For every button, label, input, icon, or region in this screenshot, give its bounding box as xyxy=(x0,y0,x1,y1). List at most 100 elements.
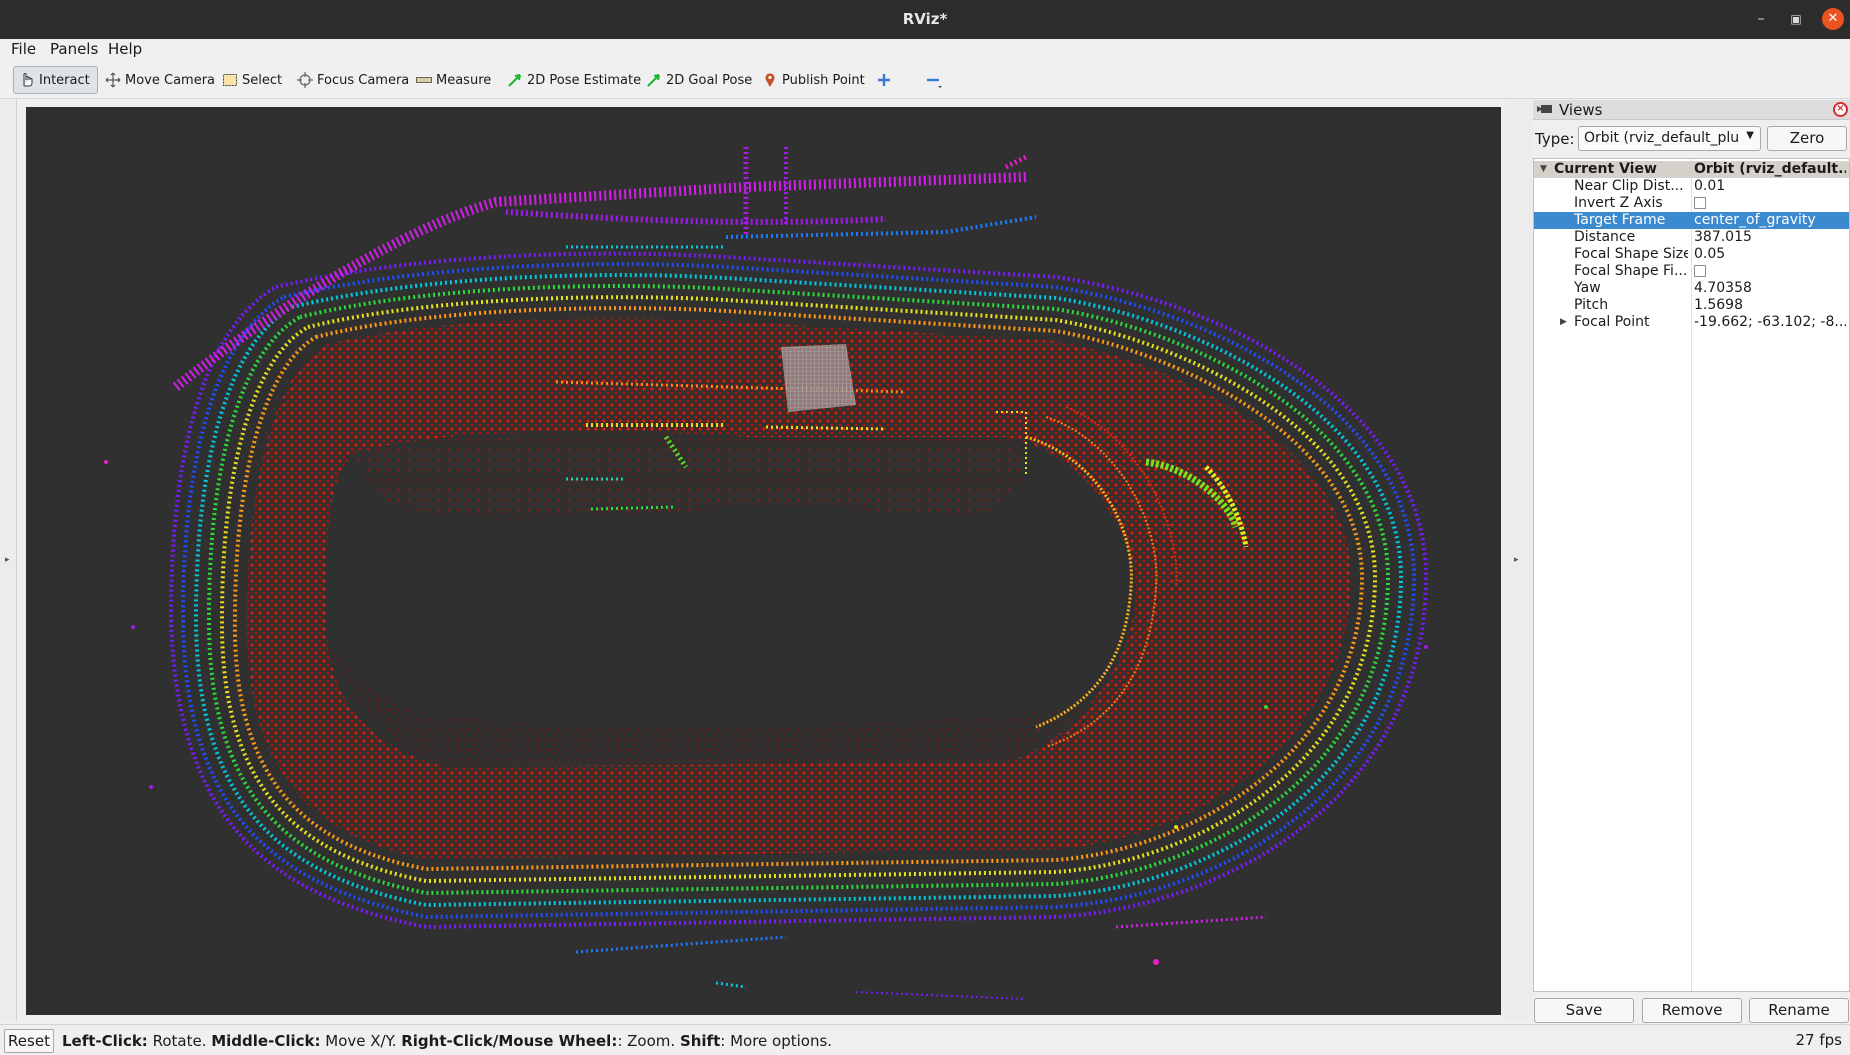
expand-triangle-icon[interactable]: ▶ xyxy=(1560,314,1567,331)
property-row-focal-shape-size[interactable]: Focal Shape Size 0.05 xyxy=(1534,246,1849,263)
property-row-near-clip[interactable]: Near Clip Dist... 0.01 xyxy=(1534,178,1849,195)
views-panel-header: Views × xyxy=(1533,100,1850,120)
views-title: Views xyxy=(1559,100,1603,119)
green-arrow-icon xyxy=(646,72,662,88)
publish-point-tool-button[interactable]: Publish Point xyxy=(757,66,870,94)
select-tool-button[interactable]: Select xyxy=(217,66,287,94)
property-name: Near Clip Dist... xyxy=(1574,178,1684,194)
current-view-value: Orbit (rviz_default... xyxy=(1694,161,1846,177)
property-value[interactable]: 0.01 xyxy=(1694,178,1846,195)
focus-target-icon xyxy=(297,72,313,88)
move-arrows-icon xyxy=(105,72,121,88)
property-name: Focal Shape Size xyxy=(1574,246,1688,262)
property-row-focal-point[interactable]: ▶ Focal Point -19.662; -63.102; -8.... xyxy=(1534,314,1849,331)
property-row-distance[interactable]: Distance 387.015 xyxy=(1534,229,1849,246)
focus-camera-tool-button[interactable]: Focus Camera xyxy=(292,66,414,94)
save-button[interactable]: Save xyxy=(1534,998,1634,1023)
focus-camera-label: Focus Camera xyxy=(317,72,410,88)
maximize-icon[interactable]: ▣ xyxy=(1785,8,1807,30)
close-icon[interactable]: ✕ xyxy=(1822,8,1844,30)
hint-shift-text: : More options. xyxy=(720,1032,833,1050)
measure-label: Measure xyxy=(436,72,492,88)
expand-left-icon[interactable]: ▸ xyxy=(5,555,10,565)
toolbar: Interact Move Camera Select Focus Camera… xyxy=(0,61,1850,99)
menu-bar: File Panels Help xyxy=(0,39,1850,61)
property-row-pitch[interactable]: Pitch 1.5698 xyxy=(1534,297,1849,314)
views-panel: Views × Type: Orbit (rviz_default_plu ▼ … xyxy=(1533,100,1850,1030)
hint-right-key: Right-Click/Mouse Wheel: xyxy=(401,1032,618,1050)
property-row-yaw[interactable]: Yaw 4.70358 xyxy=(1534,280,1849,297)
camera-icon xyxy=(1537,101,1553,119)
invert-z-checkbox[interactable] xyxy=(1694,197,1706,209)
current-view-label: Current View xyxy=(1554,161,1657,177)
chevron-down-icon: ▼ xyxy=(1746,130,1754,141)
render-viewport[interactable] xyxy=(26,107,1501,1015)
remove-button[interactable]: Remove xyxy=(1642,998,1742,1023)
title-bar: RViz* – ▣ ✕ xyxy=(0,0,1850,39)
status-bar: Reset Left-Click: Rotate. Middle-Click: … xyxy=(0,1024,1850,1055)
goal-pose-label: 2D Goal Pose xyxy=(666,72,753,88)
point-cloud-track xyxy=(104,147,1429,1000)
type-label: Type: xyxy=(1535,130,1575,148)
pose-estimate-tool-button[interactable]: 2D Pose Estimate xyxy=(502,66,646,94)
property-name: Pitch xyxy=(1574,297,1609,313)
hint-middle-text: Move X/Y. xyxy=(320,1032,402,1050)
property-value[interactable]: 0.05 xyxy=(1694,246,1846,263)
hand-pointer-icon xyxy=(19,72,35,88)
right-dock-strip[interactable]: ▸ xyxy=(1505,100,1533,1020)
current-view-row[interactable]: ▼ Current View Orbit (rviz_default... xyxy=(1534,161,1849,178)
hint-left-text: Rotate. xyxy=(147,1032,212,1050)
remove-tool-button[interactable] xyxy=(920,66,946,94)
property-value[interactable]: 387.015 xyxy=(1694,229,1846,246)
focal-shape-fixed-checkbox[interactable] xyxy=(1694,265,1706,277)
property-name: Yaw xyxy=(1574,280,1601,296)
property-name: Focal Shape Fi... xyxy=(1574,263,1688,279)
collapse-triangle-icon[interactable]: ▼ xyxy=(1540,161,1547,178)
rename-button[interactable]: Rename xyxy=(1749,998,1849,1023)
property-name: Distance xyxy=(1574,229,1636,245)
move-camera-tool-button[interactable]: Move Camera xyxy=(100,66,220,94)
goal-pose-tool-button[interactable]: 2D Goal Pose xyxy=(641,66,757,94)
property-name: Target Frame xyxy=(1574,212,1666,228)
mouse-hint-text: Left-Click: Rotate. Middle-Click: Move X… xyxy=(62,1032,832,1050)
hint-right-text: : Zoom. xyxy=(617,1032,680,1050)
map-pin-icon xyxy=(762,72,778,88)
property-value[interactable]: 1.5698 xyxy=(1694,297,1846,314)
window-title: RViz* xyxy=(902,10,948,28)
menu-panels[interactable]: Panels xyxy=(50,40,98,58)
left-dock-strip[interactable]: ▸ xyxy=(0,100,17,1020)
ruler-icon xyxy=(416,72,432,88)
property-row-focal-shape-fixed[interactable]: Focal Shape Fi... xyxy=(1534,263,1849,280)
property-value[interactable]: -19.662; -63.102; -8.... xyxy=(1694,314,1846,331)
zero-button[interactable]: Zero xyxy=(1767,126,1847,151)
hint-left-key: Left-Click: xyxy=(62,1032,148,1050)
menu-help[interactable]: Help xyxy=(108,40,142,58)
interact-tool-button[interactable]: Interact xyxy=(13,66,98,94)
view-properties-tree: ▼ Current View Orbit (rviz_default... Ne… xyxy=(1533,158,1850,992)
menu-file[interactable]: File xyxy=(11,40,36,58)
green-arrow-icon xyxy=(507,72,523,88)
interact-label: Interact xyxy=(39,72,90,88)
property-name: Invert Z Axis xyxy=(1574,195,1663,211)
hint-shift-key: Shift xyxy=(679,1032,721,1050)
publish-point-label: Publish Point xyxy=(782,72,865,88)
property-row-target-frame[interactable]: Target Frame center_of_gravity xyxy=(1534,212,1849,229)
expand-right-icon[interactable]: ▸ xyxy=(1514,555,1519,565)
select-box-icon xyxy=(222,72,238,88)
hint-middle-key: Middle-Click: xyxy=(211,1032,321,1050)
minimize-icon[interactable]: – xyxy=(1750,8,1772,30)
property-value[interactable]: 4.70358 xyxy=(1694,280,1846,297)
reset-button[interactable]: Reset xyxy=(4,1029,54,1053)
plus-icon xyxy=(876,72,892,88)
select-label: Select xyxy=(242,72,283,88)
property-row-invert-z[interactable]: Invert Z Axis xyxy=(1534,195,1849,212)
view-type-value: Orbit (rviz_default_plu xyxy=(1584,130,1740,146)
move-camera-label: Move Camera xyxy=(125,72,216,88)
measure-tool-button[interactable]: Measure xyxy=(411,66,496,94)
close-panel-icon[interactable]: × xyxy=(1833,102,1848,117)
property-name: Focal Point xyxy=(1574,314,1650,330)
type-row: Type: Orbit (rviz_default_plu ▼ Zero xyxy=(1533,126,1850,152)
view-type-select[interactable]: Orbit (rviz_default_plu ▼ xyxy=(1578,126,1761,151)
add-tool-button[interactable] xyxy=(871,66,897,94)
property-value[interactable]: center_of_gravity xyxy=(1694,212,1846,229)
